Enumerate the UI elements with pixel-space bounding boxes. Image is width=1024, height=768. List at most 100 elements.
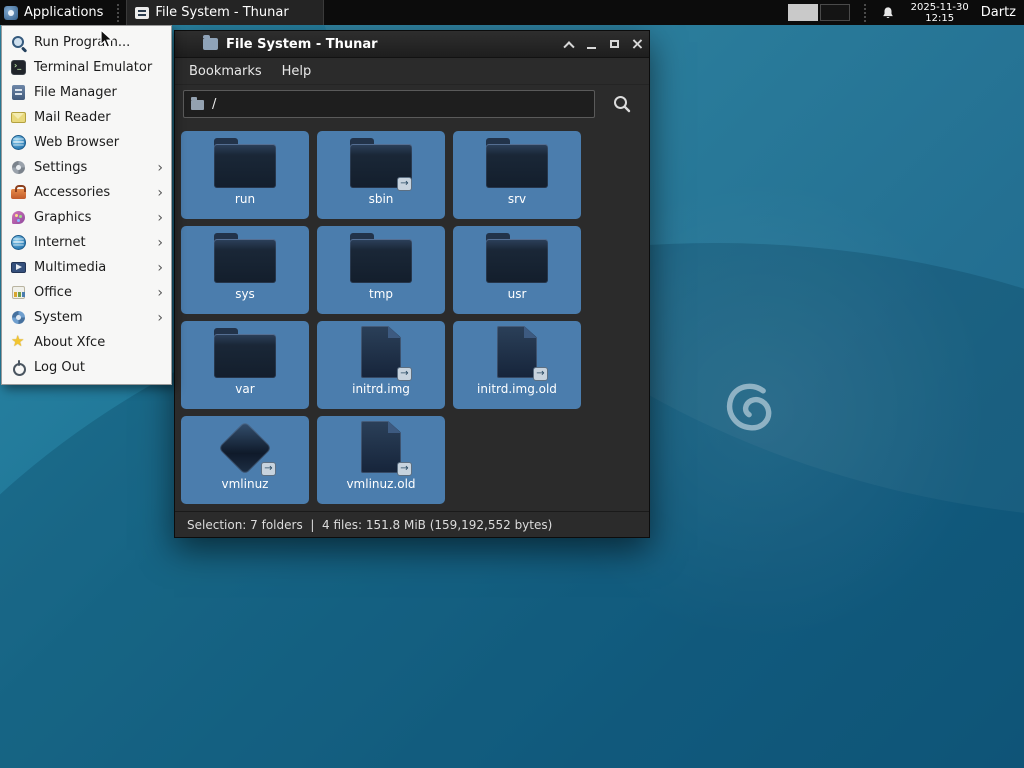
folder-icon [191, 100, 204, 110]
about-icon [10, 334, 27, 351]
panel-separator [864, 4, 869, 22]
workspace-1[interactable] [788, 4, 818, 21]
file-item-run[interactable]: run [181, 131, 309, 219]
file-item-sys[interactable]: sys [181, 226, 309, 314]
settings-icon [10, 159, 27, 176]
menu-item-web-browser[interactable]: Web Browser › [3, 130, 170, 155]
symlink-emblem-icon: → [397, 177, 412, 191]
menu-item-label: About Xfce [34, 335, 150, 350]
file-grid: run → sbin srv sys tmp usr var → initrd.… [181, 131, 643, 504]
menu-item-accessories[interactable]: Accessories › [3, 180, 170, 205]
menu-item-label: File Manager [34, 85, 150, 100]
notification-bell-icon[interactable] [881, 6, 895, 20]
folder-icon [484, 231, 550, 285]
file-item-usr[interactable]: usr [453, 226, 581, 314]
menu-item-office[interactable]: Office › [3, 280, 170, 305]
menu-item-multimedia[interactable]: Multimedia › [3, 255, 170, 280]
search-button[interactable] [603, 89, 641, 119]
menu-item-mail-reader[interactable]: Mail Reader › [3, 105, 170, 130]
shade-button[interactable] [557, 31, 580, 57]
file-item-label: var [235, 382, 254, 396]
file-item-var[interactable]: var [181, 321, 309, 409]
folder-icon [484, 136, 550, 190]
menu-item-label: Mail Reader [34, 110, 150, 125]
file-item-label: srv [508, 192, 526, 206]
file-item-label: usr [508, 287, 527, 301]
symlink-emblem-icon: → [397, 462, 412, 476]
menu-item-internet[interactable]: Internet › [3, 230, 170, 255]
file-icon: → [348, 326, 414, 380]
window-titlebar[interactable]: File System - Thunar × [175, 31, 649, 58]
menu-item-terminal-emulator[interactable]: Terminal Emulator › [3, 55, 170, 80]
file-item-srv[interactable]: srv [453, 131, 581, 219]
taskbar-window-icon [135, 7, 149, 19]
file-item-label: sys [235, 287, 255, 301]
accessories-icon [10, 184, 27, 201]
taskbar-title: File System - Thunar [155, 5, 288, 20]
chevron-up-icon [563, 41, 574, 52]
debian-swirl-logo [722, 380, 774, 432]
taskbar-button[interactable]: File System - Thunar [126, 0, 324, 25]
file-item-initrd-img[interactable]: → initrd.img [317, 321, 445, 409]
multimedia-icon [10, 259, 27, 276]
submenu-arrow-icon: › [157, 161, 163, 175]
symlink-emblem-icon: → [533, 367, 548, 381]
file-item-label: vmlinuz [222, 477, 269, 491]
file-view[interactable]: run → sbin srv sys tmp usr var → initrd.… [175, 123, 649, 511]
location-bar[interactable] [183, 90, 595, 118]
menu-item-file-manager[interactable]: File Manager › [3, 80, 170, 105]
menu-help[interactable]: Help [274, 61, 320, 82]
submenu-arrow-icon: › [157, 286, 163, 300]
submenu-arrow-icon: › [157, 211, 163, 225]
close-button[interactable]: × [626, 31, 649, 57]
menu-item-system[interactable]: System › [3, 305, 170, 330]
symlink-emblem-icon: → [397, 367, 412, 381]
workspace-pager[interactable] [788, 4, 850, 21]
file-item-initrd-img-old[interactable]: → initrd.img.old [453, 321, 581, 409]
folder-icon: → [348, 136, 414, 190]
menu-bookmarks[interactable]: Bookmarks [181, 61, 270, 82]
file-item-label: vmlinuz.old [346, 477, 415, 491]
menu-item-label: Graphics [34, 210, 150, 225]
folder-icon [212, 326, 278, 380]
clock-date: 2025-11-30 [911, 2, 969, 13]
submenu-arrow-icon: › [157, 261, 163, 275]
file-item-label: initrd.img.old [477, 382, 557, 396]
clock-time: 12:15 [911, 13, 969, 24]
menu-item-graphics[interactable]: Graphics › [3, 205, 170, 230]
maximize-icon [610, 40, 619, 48]
minimize-icon [587, 47, 596, 49]
applications-icon [4, 6, 18, 20]
location-toolbar [175, 85, 649, 123]
folder-icon [212, 231, 278, 285]
menu-item-log-out[interactable]: Log Out › [3, 355, 170, 380]
applications-menu-button[interactable]: Applications [0, 0, 113, 25]
menu-item-label: Terminal Emulator [34, 60, 152, 75]
symlink-emblem-icon: → [261, 462, 276, 476]
menu-item-settings[interactable]: Settings › [3, 155, 170, 180]
menu-item-about-xfce[interactable]: About Xfce › [3, 330, 170, 355]
menu-item-label: System [34, 310, 150, 325]
search-icon [612, 94, 632, 114]
workspace-2[interactable] [820, 4, 850, 21]
menu-item-label: Internet [34, 235, 150, 250]
menu-item-label: Log Out [34, 360, 150, 375]
panel-separator [117, 4, 122, 22]
file-icon: → [484, 326, 550, 380]
file-item-label: sbin [369, 192, 394, 206]
minimize-button[interactable] [580, 31, 603, 57]
submenu-arrow-icon: › [157, 186, 163, 200]
mail-icon [10, 109, 27, 126]
menu-item-run-program[interactable]: Run Program... › [3, 30, 170, 55]
maximize-button[interactable] [603, 31, 626, 57]
binary-icon: → [212, 421, 278, 475]
menu-item-label: Web Browser [34, 135, 150, 150]
file-item-vmlinuz[interactable]: → vmlinuz [181, 416, 309, 504]
file-item-tmp[interactable]: tmp [317, 226, 445, 314]
clock[interactable]: 2025-11-30 12:15 [911, 2, 969, 24]
menu-item-label: Settings [34, 160, 150, 175]
file-item-vmlinuz-old[interactable]: → vmlinuz.old [317, 416, 445, 504]
run-program-icon [10, 34, 27, 51]
file-item-sbin[interactable]: → sbin [317, 131, 445, 219]
menu-item-label: Run Program... [34, 35, 150, 50]
